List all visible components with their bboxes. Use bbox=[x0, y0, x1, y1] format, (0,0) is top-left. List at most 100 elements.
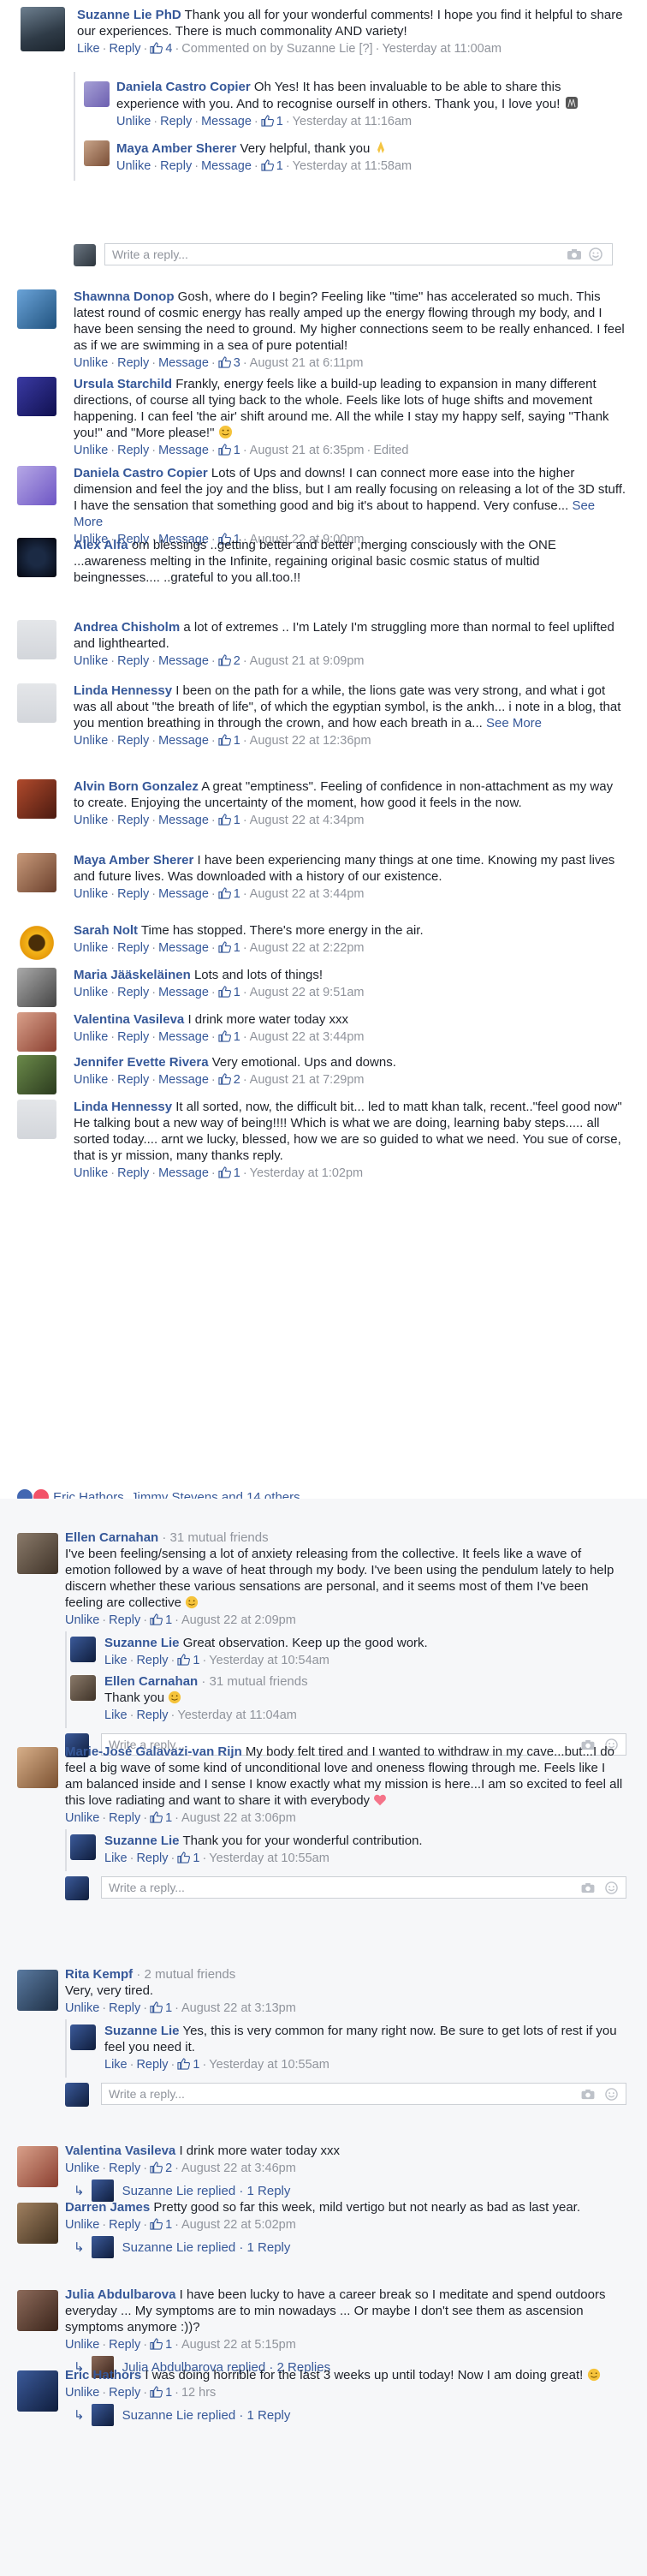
reply-count[interactable]: 1 Reply bbox=[247, 2408, 291, 2423]
like-button[interactable]: Like bbox=[104, 2058, 128, 2072]
reply-author[interactable]: Ellen Carnahan bbox=[104, 1674, 198, 1689]
reply-button[interactable]: Reply bbox=[160, 159, 192, 173]
mutual-friends[interactable]: · 2 mutual friends bbox=[136, 1967, 235, 1982]
message-button[interactable]: Message bbox=[158, 356, 209, 370]
timestamp[interactable]: Yesterday at 10:55am bbox=[209, 2058, 329, 2072]
timestamp[interactable]: August 21 at 6:35pm bbox=[250, 444, 365, 457]
reply-button[interactable]: Reply bbox=[117, 1030, 149, 1044]
reply-author[interactable]: Suzanne Lie bbox=[104, 2024, 180, 2038]
avatar[interactable] bbox=[17, 853, 56, 892]
comment-author[interactable]: Suzanne Lie PhD bbox=[77, 8, 181, 22]
avatar[interactable] bbox=[17, 1100, 56, 1139]
comment-author[interactable]: Valentina Vasileva bbox=[65, 2144, 175, 2158]
comment-author[interactable]: Valentina Vasileva bbox=[74, 1012, 184, 1027]
emoji-icon[interactable] bbox=[605, 1881, 618, 1894]
avatar[interactable] bbox=[17, 1747, 58, 1788]
message-button[interactable]: Message bbox=[158, 887, 209, 901]
like-button[interactable]: Like bbox=[104, 1708, 128, 1722]
avatar[interactable] bbox=[17, 2203, 58, 2244]
replied-by[interactable]: Suzanne Lie replied bbox=[122, 2184, 236, 2198]
unlike-button[interactable]: Unlike bbox=[65, 2218, 99, 2232]
avatar[interactable] bbox=[17, 466, 56, 505]
comment-author[interactable]: Sarah Nolt bbox=[74, 923, 138, 938]
like-button[interactable]: Like bbox=[104, 1852, 128, 1865]
reply-button[interactable]: Reply bbox=[109, 2218, 140, 2232]
reply-count[interactable]: 1 Reply bbox=[247, 2184, 291, 2198]
reply-author[interactable]: Suzanne Lie bbox=[104, 1834, 180, 1848]
unlike-button[interactable]: Unlike bbox=[74, 1030, 108, 1044]
like-count[interactable]: 1 bbox=[218, 814, 240, 827]
like-count[interactable]: 1 bbox=[150, 2338, 172, 2352]
timestamp[interactable]: August 22 at 3:06pm bbox=[181, 1811, 296, 1825]
reply-button[interactable]: Reply bbox=[109, 2338, 140, 2352]
avatar[interactable] bbox=[17, 1970, 58, 2011]
like-count[interactable]: 1 bbox=[177, 1852, 199, 1865]
like-count[interactable]: 1 bbox=[150, 1811, 172, 1825]
reply-button[interactable]: Reply bbox=[109, 1613, 140, 1627]
timestamp[interactable]: August 22 at 5:15pm bbox=[181, 2338, 296, 2352]
reply-button[interactable]: Reply bbox=[117, 654, 149, 668]
like-count[interactable]: 1 bbox=[150, 2218, 172, 2232]
reply-button[interactable]: Reply bbox=[117, 941, 149, 955]
comment-author[interactable]: Andrea Chisholm bbox=[74, 620, 180, 635]
avatar[interactable] bbox=[17, 1533, 58, 1574]
avatar[interactable] bbox=[17, 1012, 56, 1052]
timestamp[interactable]: Yesterday at 11:04am bbox=[177, 1708, 296, 1722]
unlike-button[interactable]: Unlike bbox=[74, 814, 108, 827]
timestamp[interactable]: Yesterday at 10:54am bbox=[209, 1654, 329, 1667]
unlike-button[interactable]: Unlike bbox=[74, 1073, 108, 1087]
timestamp[interactable]: Yesterday at 1:02pm bbox=[250, 1166, 363, 1180]
timestamp[interactable]: August 22 at 3:46pm bbox=[181, 2162, 296, 2175]
avatar[interactable] bbox=[17, 2370, 58, 2412]
camera-icon[interactable] bbox=[580, 2089, 596, 2100]
comment-author[interactable]: Marie-José Galavazi-van Rijn bbox=[65, 1744, 242, 1759]
like-count[interactable]: 1 bbox=[218, 941, 240, 955]
unlike-button[interactable]: Unlike bbox=[65, 2001, 99, 2015]
timestamp[interactable]: August 21 at 9:09pm bbox=[250, 654, 365, 668]
reply-button[interactable]: Reply bbox=[136, 1654, 168, 1667]
timestamp[interactable]: Yesterday at 11:16am bbox=[293, 115, 412, 128]
comment-author[interactable]: Ursula Starchild bbox=[74, 377, 172, 391]
see-more-link[interactable]: See More bbox=[486, 716, 542, 730]
avatar[interactable] bbox=[17, 923, 56, 963]
like-count[interactable]: 1 bbox=[150, 1613, 172, 1627]
comment-author[interactable]: Eric Hathors bbox=[65, 2368, 141, 2382]
timestamp[interactable]: August 22 at 9:51am bbox=[250, 986, 365, 999]
like-count[interactable]: 4 bbox=[150, 42, 172, 56]
message-button[interactable]: Message bbox=[201, 159, 252, 173]
timestamp[interactable]: Yesterday at 11:58am bbox=[293, 159, 412, 173]
reply-button[interactable]: Reply bbox=[117, 1073, 149, 1087]
message-button[interactable]: Message bbox=[158, 941, 209, 955]
like-count[interactable]: 1 bbox=[177, 1654, 199, 1667]
camera-icon[interactable] bbox=[567, 248, 582, 260]
comment-author[interactable]: Julia Abdulbarova bbox=[65, 2287, 175, 2302]
like-count[interactable]: 2 bbox=[218, 1073, 240, 1087]
unlike-button[interactable]: Unlike bbox=[65, 2338, 99, 2352]
question-link[interactable]: [?] bbox=[359, 42, 372, 56]
like-count[interactable]: 1 bbox=[218, 986, 240, 999]
avatar[interactable] bbox=[70, 1834, 96, 1860]
avatar[interactable] bbox=[17, 968, 56, 1007]
avatar[interactable] bbox=[17, 289, 56, 329]
avatar[interactable] bbox=[17, 2290, 58, 2331]
emoji-icon[interactable] bbox=[605, 2088, 618, 2101]
like-count[interactable]: 1 bbox=[218, 444, 240, 457]
unlike-button[interactable]: Unlike bbox=[116, 159, 151, 173]
avatar[interactable] bbox=[17, 377, 56, 416]
timestamp[interactable]: August 22 at 3:44pm bbox=[250, 887, 365, 901]
timestamp[interactable]: August 22 at 5:02pm bbox=[181, 2218, 296, 2232]
unlike-button[interactable]: Unlike bbox=[74, 986, 108, 999]
avatar[interactable] bbox=[84, 140, 110, 166]
timestamp[interactable]: August 22 at 2:09pm bbox=[181, 1613, 296, 1627]
reply-button[interactable]: Reply bbox=[117, 444, 149, 457]
unlike-button[interactable]: Unlike bbox=[65, 2162, 99, 2175]
avatar[interactable] bbox=[17, 620, 56, 659]
replied-summary[interactable]: ↳ Suzanne Lie replied · 1 Reply bbox=[65, 2236, 647, 2258]
comment-author[interactable]: Maria Jääskeläinen bbox=[74, 968, 191, 982]
comment-author[interactable]: Daniela Castro Copier bbox=[74, 466, 208, 480]
mutual-friends[interactable]: · 31 mutual friends bbox=[201, 1674, 307, 1689]
replied-by[interactable]: Suzanne Lie replied bbox=[122, 2240, 236, 2255]
unlike-button[interactable]: Unlike bbox=[74, 941, 108, 955]
message-button[interactable]: Message bbox=[158, 986, 209, 999]
avatar[interactable] bbox=[17, 2146, 58, 2187]
